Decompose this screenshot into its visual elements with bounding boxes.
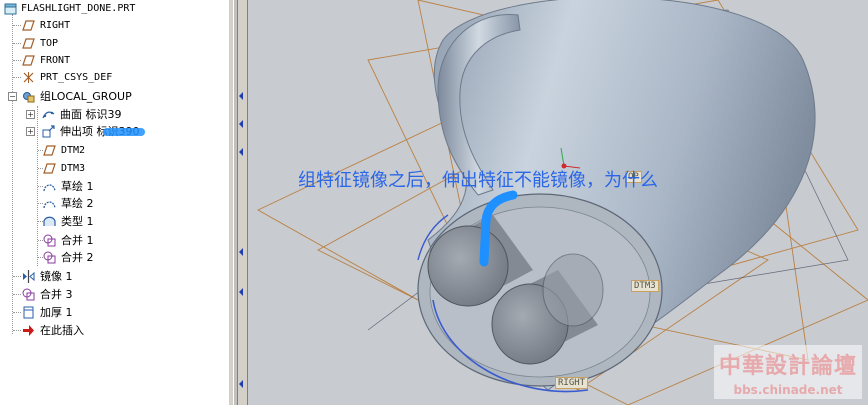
mirror-icon <box>23 270 35 283</box>
watermark-url: bbs.chinade.net <box>733 383 843 397</box>
datum-plane-icon <box>43 145 56 156</box>
tree-item-protrusion[interactable]: + 伸出项 标识390 <box>0 123 228 140</box>
merge-icon <box>22 288 35 301</box>
tree-item-front[interactable]: FRONT <box>0 52 228 69</box>
tree-item-surface[interactable]: + 曲面 标识39 <box>0 106 228 123</box>
boundary-blend-icon <box>43 216 56 226</box>
tree-item-label: PRT_CSYS_DEF <box>40 72 113 83</box>
tree-item-label: FRONT <box>40 55 71 66</box>
tree-root-label: FLASHLIGHT_DONE.PRT <box>21 3 136 14</box>
tree-item-label: 镜像 1 <box>40 270 73 283</box>
tree-item-label: TOP <box>40 38 59 49</box>
group-icon <box>23 92 35 103</box>
highlight-scribble <box>103 128 145 136</box>
datum-plane-icon <box>22 20 35 31</box>
tree-item-label: 在此插入 <box>40 324 84 337</box>
watermark-site-name: 中華設計論壇 <box>718 353 857 379</box>
tree-item-sketch-1[interactable]: 草绘 1 <box>0 178 228 195</box>
surface-icon <box>42 111 55 119</box>
model-tree: FLASHLIGHT_DONE.PRT RIGHT TOP FRONT PRT_… <box>0 0 228 405</box>
insert-here-arrow-icon <box>23 325 34 336</box>
tree-root[interactable]: FLASHLIGHT_DONE.PRT <box>0 0 228 17</box>
sketch-icon <box>43 201 56 209</box>
tree-item-label: DTM3 <box>61 163 86 174</box>
question-annotation: 组特征镜像之后，伸出特征不能镜像，为什么 <box>298 170 658 191</box>
tree-item-merge-1[interactable]: 合并 1 <box>0 232 228 249</box>
panel-splitter[interactable] <box>228 0 248 405</box>
protrusion-icon <box>42 125 55 138</box>
tree-item-csys[interactable]: PRT_CSYS_DEF <box>0 69 228 86</box>
tree-item-merge-2[interactable]: 合并 2 <box>0 249 228 266</box>
datum-plane-icon <box>22 55 35 66</box>
tree-item-dtm2[interactable]: DTM2 <box>0 142 228 159</box>
tree-item-insert-here[interactable]: 在此插入 <box>0 322 228 339</box>
tree-item-merge-3[interactable]: 合并 3 <box>0 286 228 303</box>
tree-item-label: 加厚 1 <box>40 306 73 319</box>
splitter-arrows-icon <box>239 92 243 388</box>
datum-label-dtm3[interactable]: DTM3 <box>631 280 659 292</box>
expand-toggle[interactable]: + <box>26 110 35 119</box>
sketch-icon <box>43 184 56 192</box>
merge-icon <box>43 234 56 247</box>
part-icon <box>4 3 17 15</box>
tree-item-sketch-2[interactable]: 草绘 2 <box>0 195 228 212</box>
tree-item-label: 草绘 1 <box>61 180 94 193</box>
coordinate-system-icon <box>23 72 34 83</box>
expand-toggle[interactable]: + <box>26 127 35 136</box>
tree-item-thicken-1[interactable]: 加厚 1 <box>0 304 228 321</box>
datum-label-right[interactable]: RIGHT <box>555 377 589 389</box>
tree-item-local-group[interactable]: − 组LOCAL_GROUP <box>0 88 228 105</box>
tree-item-right[interactable]: RIGHT <box>0 17 228 34</box>
tree-item-label: 曲面 标识39 <box>60 108 122 121</box>
tree-item-label: 合并 1 <box>61 234 94 247</box>
tree-item-type-1[interactable]: 类型 1 <box>0 213 228 230</box>
datum-plane-icon <box>22 38 35 49</box>
tree-item-label: 草绘 2 <box>61 197 94 210</box>
graphics-viewport[interactable]: OP DTM3 RIGHT 组特征镜像之后，伸出特征不能镜像，为什么 中華設計論… <box>248 0 868 405</box>
tree-item-label: DTM2 <box>61 145 86 156</box>
tree-item-label: 合并 3 <box>40 288 73 301</box>
tree-item-top[interactable]: TOP <box>0 35 228 52</box>
datum-plane-icon <box>43 163 56 174</box>
tree-item-label: 类型 1 <box>61 215 94 228</box>
tree-item-label: 组LOCAL_GROUP <box>40 90 132 103</box>
tree-item-label: RIGHT <box>40 20 71 31</box>
collapse-toggle[interactable]: − <box>8 92 17 101</box>
thicken-icon <box>23 306 34 319</box>
merge-icon <box>43 251 56 264</box>
tree-item-dtm3[interactable]: DTM3 <box>0 160 228 177</box>
tree-item-label: 合并 2 <box>61 251 94 264</box>
tree-item-mirror-1[interactable]: 镜像 1 <box>0 268 228 285</box>
